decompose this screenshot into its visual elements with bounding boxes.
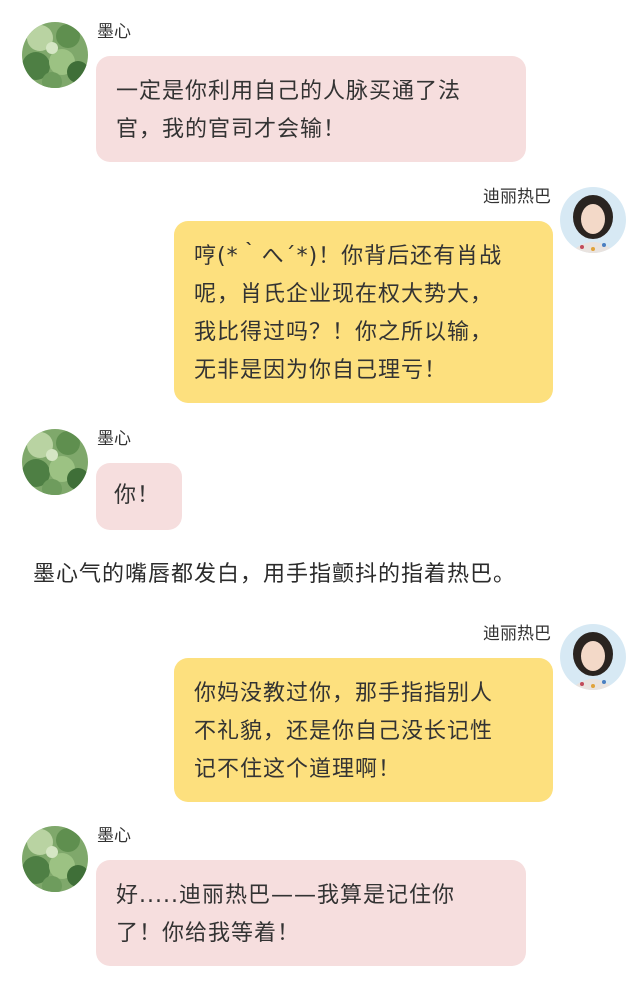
- woman-portrait-avatar-icon[interactable]: [560, 187, 626, 253]
- message-bubble[interactable]: 你！: [96, 463, 182, 530]
- message-line: 官，我的官司才会输！: [116, 117, 347, 142]
- green-leaves-avatar-icon[interactable]: [22, 429, 88, 495]
- sender-name: 迪丽热巴: [483, 187, 551, 207]
- sender-name: 迪丽热巴: [483, 624, 551, 644]
- message-bubble[interactable]: 一定是你利用自己的人脉买通了法 官，我的官司才会输！: [96, 56, 526, 162]
- message-bubble[interactable]: 哼(*｀へ´*)！你背后还有肖战 呢，肖氏企业现在权大势大， 我比得过吗？！你之…: [174, 221, 553, 403]
- message-line: 呢，肖氏企业现在权大势大，: [194, 282, 494, 307]
- message-line: 无非是因为你自己理亏！: [194, 358, 448, 383]
- sender-name: 墨心: [97, 22, 131, 42]
- message-line: 你！: [114, 483, 161, 508]
- green-leaves-avatar-icon[interactable]: [22, 22, 88, 88]
- message-line: 我比得过吗？！你之所以输，: [194, 320, 494, 345]
- message-line: 哼(*｀へ´*)！你背后还有肖战: [194, 244, 503, 269]
- sender-name: 墨心: [97, 826, 131, 846]
- woman-portrait-avatar-icon[interactable]: [560, 624, 626, 690]
- message-line: 不礼貌，还是你自己没长记性: [194, 719, 494, 744]
- narration-text: 墨心气的嘴唇都发白，用手指颤抖的指着热巴。: [33, 562, 517, 587]
- message-line: 了！你给我等着！: [116, 921, 301, 946]
- message-bubble[interactable]: 你妈没教过你，那手指指别人 不礼貌，还是你自己没长记性 记不住这个道理啊！: [174, 658, 553, 802]
- message-line: 记不住这个道理啊！: [194, 757, 402, 782]
- sender-name: 墨心: [97, 429, 131, 449]
- message-line: 你妈没教过你，那手指指别人: [194, 681, 494, 706]
- message-line: 好.....迪丽热巴——我算是记住你: [116, 883, 455, 908]
- message-line: 一定是你利用自己的人脉买通了法: [116, 79, 462, 104]
- message-bubble[interactable]: 好.....迪丽热巴——我算是记住你 了！你给我等着！: [96, 860, 526, 966]
- green-leaves-avatar-icon[interactable]: [22, 826, 88, 892]
